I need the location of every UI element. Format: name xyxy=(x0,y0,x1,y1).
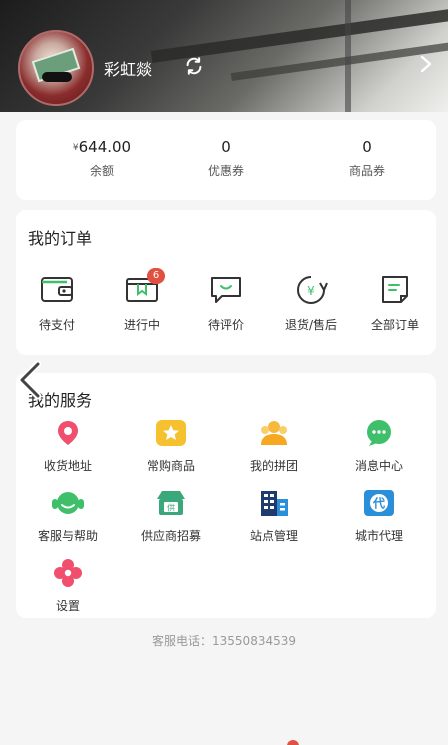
group-people-icon xyxy=(261,421,287,445)
username[interactable]: 彩虹燚 xyxy=(104,56,152,80)
order-label: 待评价 xyxy=(207,318,244,332)
location-pin-icon xyxy=(58,421,78,445)
back-arrow-icon[interactable] xyxy=(14,360,48,400)
notification-dot xyxy=(287,740,299,745)
order-refund-aftersale[interactable]: ¥ 退货/售后 xyxy=(276,274,346,333)
order-label: 全部订单 xyxy=(370,318,419,332)
service-site-management[interactable]: 站点管理 xyxy=(224,489,324,544)
balance-card: ¥644.00 余额 0 优惠券 0 商品券 xyxy=(16,120,436,200)
stat-label: 商品券 xyxy=(348,164,385,178)
service-label: 客服与帮助 xyxy=(37,529,98,543)
service-group-buy[interactable]: 我的拼团 xyxy=(224,419,324,474)
section-title-orders: 我的订单 xyxy=(28,229,93,248)
stat-value: 0 xyxy=(221,138,231,156)
supplier-shop-icon: 供 xyxy=(157,491,185,515)
stat-coupons[interactable]: 0 优惠券 xyxy=(176,138,276,179)
profile-header: 彩虹燚 xyxy=(0,0,448,112)
service-frequent-items[interactable]: 常购商品 xyxy=(121,419,221,474)
refund-yen-icon: ¥ xyxy=(297,276,328,304)
stat-product-vouchers[interactable]: 0 商品券 xyxy=(317,138,417,179)
message-bubble-icon xyxy=(367,420,391,446)
service-customer-support[interactable]: 客服与帮助 xyxy=(18,489,118,544)
stat-label: 余额 xyxy=(89,164,114,178)
service-label: 收货地址 xyxy=(43,459,92,473)
service-label: 设置 xyxy=(55,599,80,613)
chat-smile-icon xyxy=(211,277,241,303)
stat-balance[interactable]: ¥644.00 余额 xyxy=(52,138,152,179)
order-all[interactable]: 全部订单 xyxy=(360,274,430,333)
service-label: 城市代理 xyxy=(354,529,403,543)
hotline-label: 客服电话： xyxy=(152,634,213,648)
hotline-number[interactable]: 13550834539 xyxy=(212,634,296,648)
service-supplier-recruit[interactable]: 供 供应商招募 xyxy=(121,489,221,544)
service-message-center[interactable]: 消息中心 xyxy=(329,419,429,474)
settings-flower-icon xyxy=(54,559,82,587)
service-city-agent[interactable]: 代 城市代理 xyxy=(329,489,429,544)
chevron-right-icon[interactable] xyxy=(416,54,436,74)
document-list-icon xyxy=(382,276,408,303)
svg-text:代: 代 xyxy=(372,496,385,511)
stat-value: 0 xyxy=(362,138,372,156)
svg-text:供: 供 xyxy=(167,503,175,513)
stat-label: 优惠券 xyxy=(207,164,244,178)
service-settings[interactable]: 设置 xyxy=(18,559,118,614)
order-pending-payment[interactable]: 待支付 xyxy=(22,274,92,333)
avatar[interactable] xyxy=(18,30,94,106)
headset-icon xyxy=(52,492,84,514)
order-label: 退货/售后 xyxy=(284,318,338,332)
building-icon xyxy=(261,491,288,516)
service-label: 消息中心 xyxy=(354,459,403,473)
service-label: 站点管理 xyxy=(249,529,298,543)
order-label: 进行中 xyxy=(123,318,160,332)
service-label: 我的拼团 xyxy=(249,459,298,473)
service-address[interactable]: 收货地址 xyxy=(18,419,118,474)
header-background-pillar xyxy=(345,0,351,112)
avatar-photo-detail xyxy=(42,72,72,82)
service-label: 常购商品 xyxy=(146,459,195,473)
svg-text:¥: ¥ xyxy=(307,284,315,298)
services-card: 我的服务 收货地址 常购商品 我的拼团 消息中心 客服与帮助 供 供应商招募 站… xyxy=(16,373,436,618)
customer-service-hotline[interactable]: 客服电话：13550834539 xyxy=(0,632,448,649)
order-to-review[interactable]: 待评价 xyxy=(191,274,261,333)
order-count-badge: 6 xyxy=(147,268,165,284)
agent-icon: 代 xyxy=(364,490,394,516)
service-label: 供应商招募 xyxy=(140,529,201,543)
orders-card: 我的订单 待支付 6 进行中 待评价 ¥ 退货/售后 全部订单 xyxy=(16,210,436,355)
star-badge-icon xyxy=(156,420,186,446)
order-in-progress[interactable]: 6 进行中 xyxy=(107,268,177,333)
stat-value: ¥644.00 xyxy=(72,138,132,156)
refresh-icon[interactable] xyxy=(183,55,205,77)
order-label: 待支付 xyxy=(38,318,75,332)
wallet-icon xyxy=(41,277,73,302)
